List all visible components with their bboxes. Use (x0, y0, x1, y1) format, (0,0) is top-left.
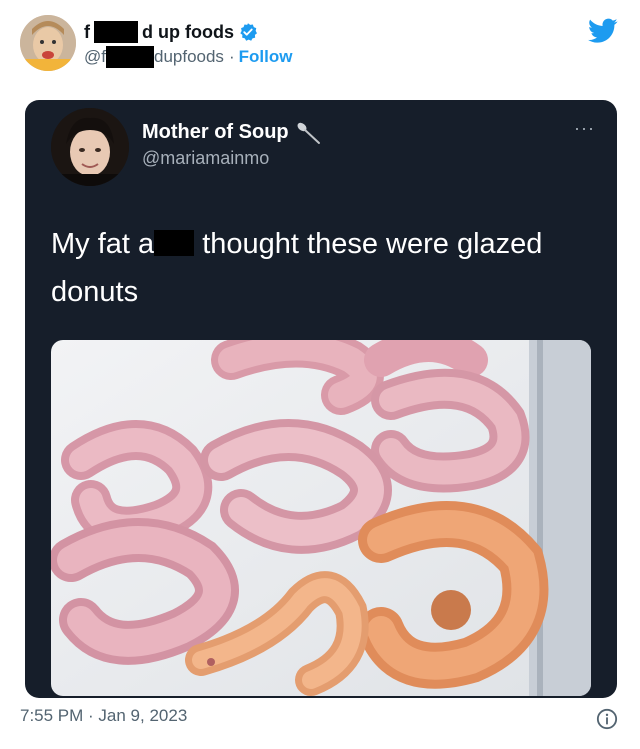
handle-prefix: @f (84, 47, 106, 66)
name-prefix: f (84, 21, 90, 42)
snake-photo[interactable] (51, 340, 591, 696)
inner-avatar[interactable] (51, 108, 129, 186)
censor-bar (105, 46, 154, 68)
censor-bar (94, 21, 138, 43)
timestamp[interactable]: 7:55 PM · Jan 9, 2023 (20, 706, 187, 726)
embedded-tweet-image[interactable]: Mother of Soup @mariamainmo ··· My fat a… (25, 100, 617, 698)
tweet-text: My fat a thought these were glazed donut… (51, 220, 591, 316)
display-name: d up foods (142, 21, 234, 42)
follow-button[interactable]: Follow (239, 47, 293, 67)
tweet-header: f d up foods @f dupfoods · Follow (0, 0, 640, 90)
inner-handle: @mariamainmo (142, 148, 270, 168)
tweet-text-before: My fat a (51, 228, 155, 260)
twitter-bird-icon[interactable] (588, 18, 618, 44)
censor-bar (154, 230, 195, 256)
verified-badge-icon (240, 23, 257, 41)
account-handle-row: @f dupfoods · Follow (84, 46, 292, 68)
handle: dupfoods (153, 47, 224, 66)
more-icon[interactable]: ··· (574, 118, 595, 139)
separator: · (228, 47, 235, 66)
account-name[interactable]: f d up foods (84, 20, 258, 44)
inner-account-name[interactable]: Mother of Soup (142, 118, 321, 146)
avatar[interactable] (20, 15, 76, 71)
info-icon[interactable] (596, 708, 618, 730)
spoon-icon (297, 122, 320, 144)
inner-display-name: Mother of Soup (142, 120, 289, 143)
